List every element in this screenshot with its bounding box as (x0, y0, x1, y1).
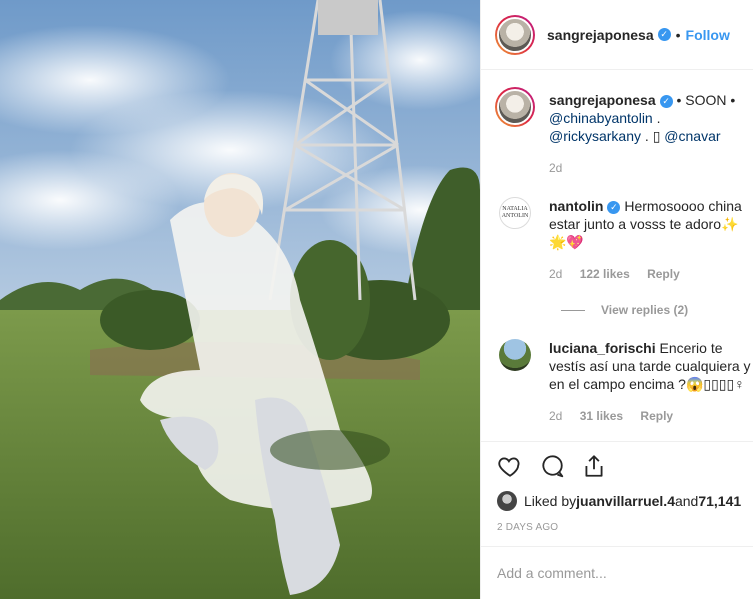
caption: sangrejaponesa ✓ • SOON • @chinabyantolin… (495, 87, 753, 177)
liker-username[interactable]: juanvillarruel.4 (576, 493, 675, 509)
author-username[interactable]: sangrejaponesa (547, 27, 654, 43)
caption-age[interactable]: 2d (549, 161, 562, 175)
replies-divider (561, 309, 585, 311)
caption-mention[interactable]: @rickysarkany (549, 128, 641, 144)
verified-badge-icon: ✓ (657, 28, 671, 41)
comment-age[interactable]: 2d (549, 267, 562, 281)
post-sidebar: sangrejaponesa ✓ • Follow sangrejaponesa… (480, 0, 753, 599)
caption-emoji: ▯ (652, 128, 661, 144)
actions-divider (481, 441, 753, 442)
post-date[interactable]: 2 DAYS AGO (497, 522, 558, 533)
post-photo[interactable] (0, 0, 480, 599)
comment-username[interactable]: luciana_forischi (549, 340, 656, 356)
likes-middle: and (674, 493, 699, 509)
verified-badge-icon: ✓ (659, 94, 673, 108)
comment-avatar[interactable]: NATALIA ANTOLIN (499, 197, 531, 229)
comment-avatar[interactable] (499, 339, 531, 371)
action-bar (497, 453, 623, 479)
view-replies-button[interactable]: View replies (2) (561, 303, 753, 317)
header-separator: • (675, 26, 681, 43)
comment-likes[interactable]: 31 likes (580, 409, 623, 423)
caption-mention[interactable]: @chinabyantolin (549, 110, 653, 126)
post-header: sangrejaponesa ✓ • Follow (481, 0, 753, 70)
reply-button[interactable]: Reply (647, 267, 680, 281)
comment-avatar-label: NATALIA ANTOLIN (501, 206, 529, 219)
comment-icon[interactable] (539, 453, 565, 479)
post-image (0, 0, 480, 599)
comment-composer (481, 546, 753, 599)
comment-likes[interactable]: 122 likes (580, 267, 630, 281)
liker-avatar[interactable] (497, 491, 517, 511)
caption-text: . (641, 128, 653, 144)
caption-avatar[interactable] (495, 87, 535, 127)
caption-text: • SOON • (672, 92, 736, 108)
comment-item: NATALIA ANTOLIN nantolin ✓ Hermosoooo chi… (495, 197, 753, 283)
caption-mention[interactable]: @cnavar (664, 128, 720, 144)
heart-icon[interactable] (497, 453, 523, 479)
share-icon[interactable] (581, 453, 607, 479)
caption-username[interactable]: sangrejaponesa (549, 92, 656, 108)
follow-button[interactable]: Follow (686, 27, 730, 43)
author-avatar[interactable] (495, 14, 535, 55)
reply-button[interactable]: Reply (640, 409, 673, 423)
likes-count[interactable]: 71,141 (698, 493, 741, 509)
likes-prefix: Liked by (524, 493, 577, 509)
likes-summary[interactable]: Liked by juanvillarruel.4 and 71,141 (497, 491, 741, 511)
caption-text: . (652, 110, 661, 126)
verified-badge-icon: ✓ (607, 200, 621, 214)
comment-age[interactable]: 2d (549, 409, 562, 423)
view-replies-label: View replies (2) (601, 303, 689, 317)
comment-item: luciana_forischi Encerio te vestís así u… (495, 339, 753, 425)
comment-input[interactable] (497, 565, 737, 581)
comments-list[interactable]: sangrejaponesa ✓ • SOON • @chinabyantolin… (481, 71, 753, 441)
comment-username[interactable]: nantolin (549, 198, 603, 214)
